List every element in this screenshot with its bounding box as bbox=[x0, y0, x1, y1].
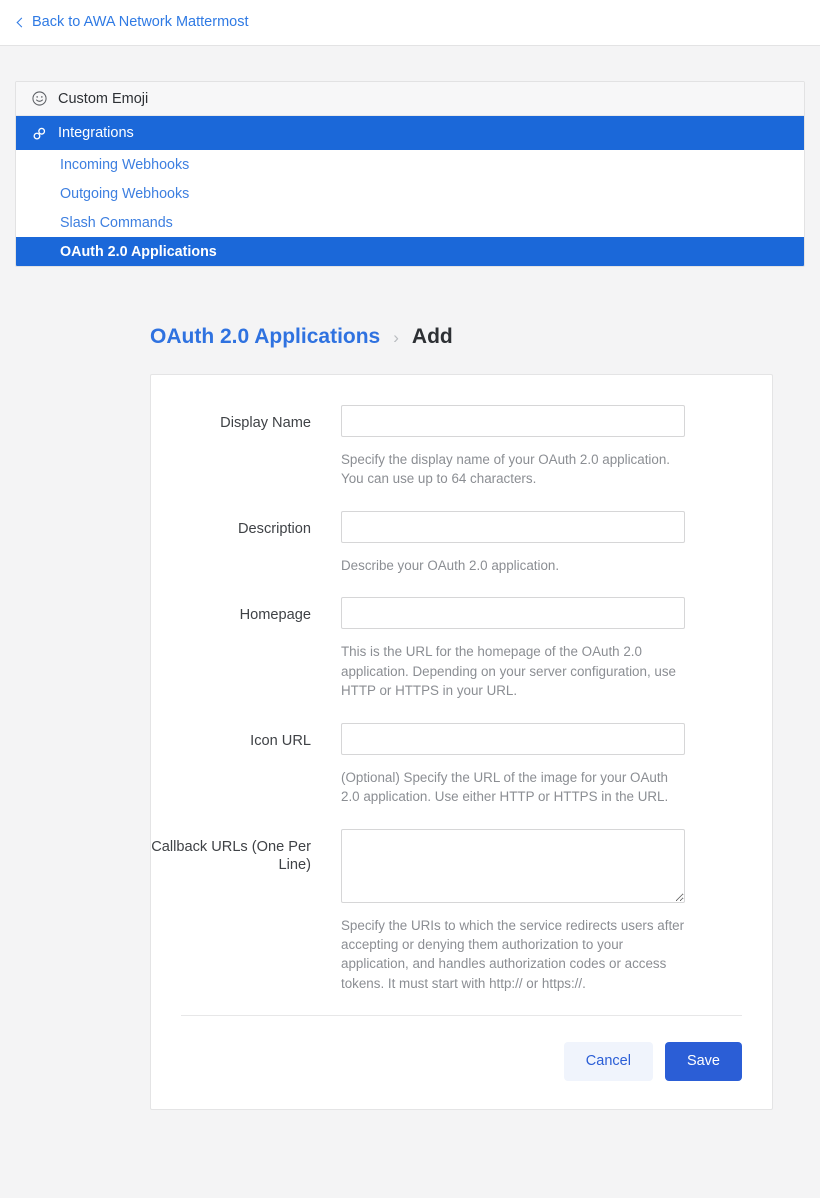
oauth-add-form-card: Display Name Specify the display name of… bbox=[150, 374, 773, 1111]
display-name-label: Display Name bbox=[220, 415, 311, 431]
homepage-label: Homepage bbox=[239, 607, 311, 624]
nav-subitem-oauth-applications[interactable]: OAuth 2.0 Applications bbox=[16, 237, 804, 266]
nav-item-label: Custom Emoji bbox=[58, 90, 149, 107]
form-divider bbox=[181, 1015, 742, 1017]
form-actions: Cancel Save bbox=[151, 1042, 742, 1082]
link-chain-icon bbox=[32, 126, 50, 141]
field-row-description: Description Describe your OAuth 2.0 appl… bbox=[151, 510, 772, 575]
nav-subitem-incoming-webhooks[interactable]: Incoming Webhooks bbox=[16, 150, 804, 179]
back-to-team-link[interactable]: Back to AWA Network Mattermost bbox=[16, 14, 249, 31]
nav-item-label: Integrations bbox=[58, 125, 134, 141]
callback-urls-help: Specify the URIs to which the service re… bbox=[341, 917, 685, 991]
icon-url-input[interactable] bbox=[341, 722, 685, 755]
callback-urls-textarea[interactable] bbox=[341, 828, 685, 903]
field-row-homepage: Homepage This is the URL for the homepag… bbox=[151, 597, 772, 700]
description-input[interactable] bbox=[341, 510, 685, 543]
homepage-input[interactable] bbox=[341, 597, 685, 630]
description-help: Describe your OAuth 2.0 application. bbox=[341, 557, 560, 573]
back-link-label: Back to AWA Network Mattermost bbox=[32, 14, 249, 31]
field-row-display-name: Display Name Specify the display name of… bbox=[151, 405, 772, 489]
field-row-icon-url: Icon URL (Optional) Specify the URL of t… bbox=[151, 722, 772, 807]
nav-subitem-label: Incoming Webhooks bbox=[60, 156, 190, 173]
nav-item-custom-emoji[interactable]: Custom Emoji bbox=[16, 82, 804, 116]
description-label: Description bbox=[238, 520, 311, 537]
field-row-callback-urls: Callback URLs (One Per Line) Specify the… bbox=[151, 828, 772, 994]
integrations-nav-panel: Custom Emoji Integrations Incoming Webho… bbox=[15, 81, 805, 267]
breadcrumb-separator-icon: › bbox=[393, 328, 399, 347]
breadcrumb: OAuth 2.0 Applications › Add bbox=[150, 325, 820, 349]
top-back-bar: Back to AWA Network Mattermost bbox=[0, 0, 820, 46]
nav-subitem-slash-commands[interactable]: Slash Commands bbox=[16, 208, 804, 237]
nav-subitem-label: OAuth 2.0 Applications bbox=[60, 243, 217, 260]
nav-subitem-outgoing-webhooks[interactable]: Outgoing Webhooks bbox=[16, 179, 804, 208]
icon-url-help: (Optional) Specify the URL of the image … bbox=[341, 769, 669, 805]
breadcrumb-current: Add bbox=[411, 325, 453, 348]
breadcrumb-parent-link[interactable]: OAuth 2.0 Applications bbox=[150, 325, 380, 349]
icon-url-label: Icon URL bbox=[250, 732, 311, 749]
display-name-help: Specify the display name of your OAuth 2… bbox=[341, 452, 671, 487]
chevron-left-icon bbox=[16, 17, 27, 28]
smiley-face-icon bbox=[32, 91, 50, 106]
save-button[interactable]: Save bbox=[664, 1042, 742, 1082]
cancel-button[interactable]: Cancel bbox=[563, 1042, 653, 1082]
nav-item-integrations[interactable]: Integrations bbox=[16, 116, 804, 150]
callback-urls-label: Callback URLs (One Per Line) bbox=[151, 838, 311, 874]
display-name-input[interactable] bbox=[341, 405, 685, 437]
nav-subitem-label: Slash Commands bbox=[60, 214, 173, 231]
homepage-help: This is the URL for the homepage of the … bbox=[341, 644, 676, 699]
nav-subitem-label: Outgoing Webhooks bbox=[60, 185, 190, 202]
